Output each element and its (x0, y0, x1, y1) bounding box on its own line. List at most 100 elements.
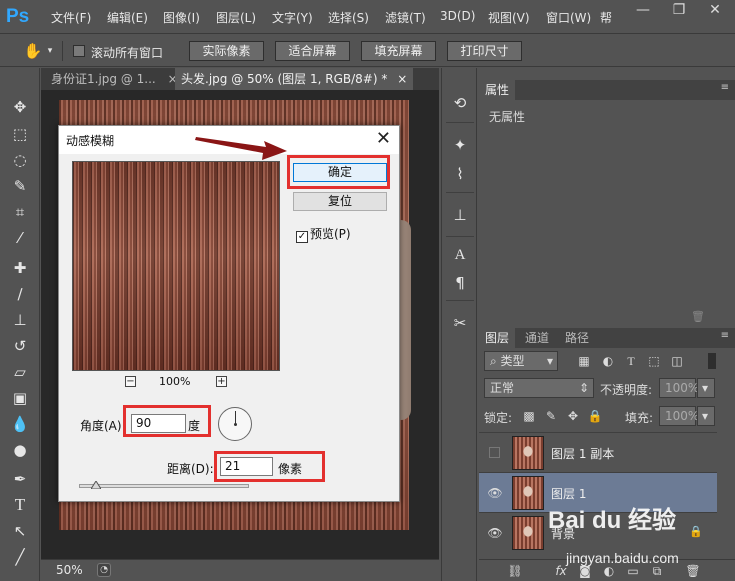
minimize-icon[interactable]: — (625, 0, 661, 20)
menu-view[interactable]: 视图(V) (488, 9, 530, 26)
zoom-readout[interactable]: 50% (56, 563, 83, 577)
eyedropper-tool-icon[interactable]: ⁄ (9, 227, 31, 249)
angle-dial[interactable] (218, 407, 252, 441)
panel-menu-icon[interactable]: ≡ (721, 82, 729, 93)
brush-presets-panel-icon[interactable]: ✦ (449, 134, 471, 156)
filter-toggle[interactable] (708, 353, 716, 369)
line-tool-icon[interactable]: ╱ (9, 546, 31, 568)
dialog-close-icon[interactable]: ✕ (376, 128, 391, 149)
eye-icon[interactable]: 👁 (487, 525, 503, 541)
character-panel-icon[interactable]: A (449, 244, 471, 266)
lasso-tool-icon[interactable]: ◌ (9, 149, 31, 171)
dialog-titlebar[interactable]: 动感模糊 ✕ (59, 126, 399, 154)
menu-window[interactable]: 窗口(W) (546, 9, 591, 26)
gradient-tool-icon[interactable]: ▣ (9, 387, 31, 409)
menu-edit[interactable]: 编辑(E) (107, 9, 148, 26)
hand-icon[interactable]: ✋ (22, 40, 44, 62)
fill-input[interactable]: 100% (659, 406, 699, 426)
restore-icon[interactable]: ❐ (661, 0, 697, 20)
move-tool-icon[interactable]: ✥ (9, 96, 31, 118)
preview-checkbox-row[interactable]: ✓ 预览(P) (296, 225, 351, 243)
menu-select[interactable]: 选择(S) (328, 9, 369, 26)
close-icon[interactable]: ✕ (697, 0, 733, 20)
blend-mode-dropdown[interactable]: 正常 ⇕ (484, 378, 594, 398)
lock-all-icon[interactable]: 🔒 (587, 408, 603, 424)
healing-brush-tool-icon[interactable]: ✚ (9, 257, 31, 279)
brush-tool-icon[interactable]: ∕ (9, 283, 31, 305)
trash-icon[interactable]: 🗑 (685, 563, 701, 579)
menu-filter[interactable]: 滤镜(T) (385, 9, 426, 26)
properties-panel-header: 属性 ≡ (479, 80, 735, 100)
history-brush-tool-icon[interactable]: ↺ (9, 335, 31, 357)
paragraph-panel-icon[interactable]: ¶ (449, 272, 471, 294)
menu-3d[interactable]: 3D(D) (440, 9, 475, 23)
filter-adjustment-icon[interactable]: ◐ (600, 353, 616, 369)
filter-smart-object-icon[interactable]: ◫ (669, 353, 685, 369)
angle-input[interactable]: 90 (131, 414, 186, 433)
layer-name[interactable]: 图层 1 副本 (551, 445, 614, 462)
zoom-out-button[interactable]: − (125, 376, 136, 387)
tab-paths[interactable]: 路径 (559, 328, 595, 348)
preview-checkbox[interactable]: ✓ (296, 231, 308, 243)
path-select-tool-icon[interactable]: ↖ (9, 520, 31, 542)
filter-pixel-icon[interactable]: ▦ (576, 353, 592, 369)
status-bar: 50% ◔ (41, 559, 439, 581)
layer-filter-dropdown[interactable]: ⌕ 类型 ▾ (484, 351, 558, 371)
menu-layer[interactable]: 图层(L) (216, 9, 256, 26)
link-icon[interactable]: ⛓ (507, 563, 523, 579)
trash-icon[interactable]: 🗑 (691, 310, 705, 323)
ok-button[interactable]: 确定 (293, 163, 387, 182)
search-icon: ⌕ (490, 354, 501, 368)
reset-button[interactable]: 复位 (293, 192, 387, 211)
history-panel-icon[interactable]: ⟲ (449, 92, 471, 114)
quick-select-tool-icon[interactable]: ✎ (9, 175, 31, 197)
lock-transparent-icon[interactable]: ▩ (521, 408, 537, 424)
dodge-tool-icon[interactable]: ● (9, 439, 31, 461)
tab-hair[interactable]: 头发.jpg @ 50% (图层 1, RGB/8#) * × (175, 68, 414, 90)
distance-input[interactable]: 21 (220, 457, 273, 476)
pen-tool-icon[interactable]: ✒ (9, 468, 31, 490)
visibility-toggle-off[interactable] (489, 447, 500, 458)
distance-slider-thumb[interactable] (91, 481, 101, 489)
eraser-tool-icon[interactable]: ▱ (9, 361, 31, 383)
menu-image[interactable]: 图像(I) (163, 9, 200, 26)
tool-preset-arrow-icon[interactable]: ▾ (44, 40, 56, 62)
fill-arrow-icon[interactable]: ▾ (697, 406, 715, 426)
lock-pixels-icon[interactable]: ✎ (543, 408, 559, 424)
blur-tool-icon[interactable]: 💧 (9, 413, 31, 435)
menu-help[interactable]: 帮 (600, 9, 612, 26)
crop-tool-icon[interactable]: ⌗ (9, 201, 31, 223)
menu-type[interactable]: 文字(Y) (272, 9, 313, 26)
marquee-tool-icon[interactable]: ⬚ (9, 123, 31, 145)
scroll-all-checkbox[interactable] (73, 45, 85, 57)
print-size-button[interactable]: 打印尺寸 (447, 41, 522, 61)
options-bar: ✋ ▾ 滚动所有窗口 实际像素 适合屏幕 填充屏幕 打印尺寸 (0, 35, 735, 67)
fit-screen-button[interactable]: 适合屏幕 (275, 41, 350, 61)
clone-stamp-tool-icon[interactable]: ⊥ (9, 309, 31, 331)
fill-screen-button[interactable]: 填充屏幕 (361, 41, 436, 61)
tab-properties[interactable]: 属性 (479, 80, 516, 100)
tab-channels[interactable]: 通道 (519, 328, 555, 348)
filter-preview[interactable] (72, 161, 280, 371)
lock-position-icon[interactable]: ✥ (565, 408, 581, 424)
tab-close-icon[interactable]: × (397, 72, 407, 86)
opacity-arrow-icon[interactable]: ▾ (697, 378, 715, 398)
distance-slider-track[interactable] (79, 484, 249, 488)
layer-row-copy[interactable]: 图层 1 副本 (479, 432, 717, 472)
filter-shape-icon[interactable]: ⬚ (646, 353, 662, 369)
doc-info-icon[interactable]: ◔ (97, 563, 111, 577)
eye-icon[interactable]: 👁 (487, 485, 503, 501)
panel-menu-icon[interactable]: ≡ (721, 330, 729, 341)
menu-file[interactable]: 文件(F) (51, 9, 91, 26)
zoom-in-button[interactable]: + (216, 376, 227, 387)
brush-panel-icon[interactable]: ⌇ (449, 163, 471, 185)
opacity-input[interactable]: 100% (659, 378, 699, 398)
filter-type-icon[interactable]: T (623, 353, 639, 369)
actual-pixels-button[interactable]: 实际像素 (189, 41, 264, 61)
tab-id-card[interactable]: 身份证1.jpg @ 1... × (45, 68, 184, 90)
type-tool-icon[interactable]: T (9, 494, 31, 516)
tab-layers[interactable]: 图层 (479, 328, 516, 348)
properties-panel: 属性 ≡ 无属性 🗑 (479, 80, 735, 326)
clone-source-panel-icon[interactable]: ⊥ (449, 204, 471, 226)
tool-presets-panel-icon[interactable]: ✂ (449, 312, 471, 334)
